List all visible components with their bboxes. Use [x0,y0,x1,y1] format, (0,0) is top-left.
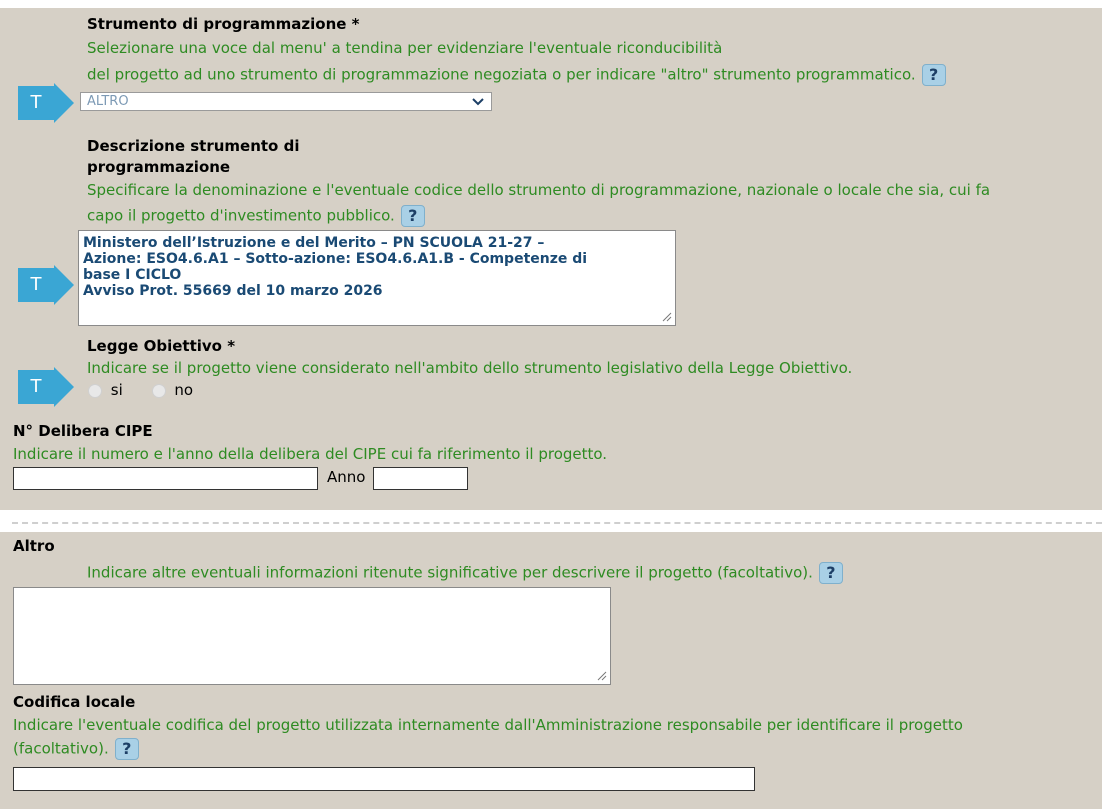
radio-si[interactable] [88,383,102,398]
help-icon[interactable]: ? [114,738,139,760]
altro-desc: Indicare altre eventuali informazioni ri… [87,562,843,584]
altro-textarea[interactable] [13,587,611,685]
dashed-line [12,522,1102,524]
strumento-desc-2-text: del progetto ad uno strumento di program… [87,65,916,84]
section-separator [0,510,1102,532]
required-marker: T [18,367,74,407]
chevron-down-icon [472,98,484,106]
descrizione-title-1: Descrizione strumento di [87,137,300,155]
delibera-anno-input[interactable] [373,467,468,490]
delibera-title: N° Delibera CIPE [13,422,153,440]
delibera-number-input[interactable] [13,467,318,490]
legge-title: Legge Obiettivo * [87,337,236,355]
help-icon[interactable]: ? [818,562,843,584]
descrizione-desc-2-text: capo il progetto d'investimento pubblico… [87,206,395,225]
radio-si-label: si [110,381,123,399]
strumento-desc-2: del progetto ad uno strumento di program… [87,64,946,86]
codifica-desc-2: (facoltativo).? [13,738,139,760]
marker-label: T [30,274,42,295]
radio-no[interactable] [151,383,166,398]
descrizione-textarea[interactable]: Ministero dell’Istruzione e del Merito –… [78,230,676,326]
descrizione-line: base I CICLO [83,267,182,283]
top-strip [0,0,1102,8]
descrizione-line: Avviso Prot. 55669 del 10 marzo 2026 [83,283,383,299]
required-marker: T [18,265,74,305]
strumento-select-value: ALTRO [87,94,129,109]
descrizione-value: Ministero dell’Istruzione e del Merito –… [83,235,667,299]
required-marker: T [18,83,74,123]
codifica-desc-2-text: (facoltativo). [13,739,109,758]
altro-desc-text: Indicare altre eventuali informazioni ri… [87,563,813,582]
codifica-title: Codifica locale [13,693,136,711]
descrizione-line: Azione: ESO4.6.A1 – Sotto-azione: ESO4.6… [83,251,588,267]
marker-arrow [54,367,74,407]
codifica-desc-1: Indicare l'eventuale codifica del proget… [13,716,963,734]
marker-arrow [54,265,74,305]
altro-title: Altro [13,537,55,555]
descrizione-desc-2: capo il progetto d'investimento pubblico… [87,205,425,227]
descrizione-desc-1: Specificare la denominazione e l'eventua… [87,181,991,199]
strumento-desc-1: Selezionare una voce dal menu' a tendina… [87,39,723,57]
anno-label: Anno [327,468,366,486]
resize-grip-icon[interactable] [662,312,672,322]
resize-grip-icon[interactable] [597,671,607,681]
legge-radio-group: si no [88,381,193,399]
delibera-desc: Indicare il numero e l'anno della delibe… [13,445,608,463]
strumento-select[interactable]: ALTRO [80,92,492,111]
strumento-title: Strumento di programmazione * [87,15,360,33]
marker-label: T [30,376,42,397]
codifica-input[interactable] [13,767,755,791]
help-icon[interactable]: ? [400,205,425,227]
radio-no-label: no [174,381,194,399]
marker-arrow [54,83,74,123]
descrizione-title-2: programmazione [87,158,231,176]
marker-label: T [30,92,42,113]
help-icon[interactable]: ? [921,64,946,86]
descrizione-line: Ministero dell’Istruzione e del Merito –… [83,235,545,251]
legge-desc: Indicare se il progetto viene considerat… [87,359,853,377]
